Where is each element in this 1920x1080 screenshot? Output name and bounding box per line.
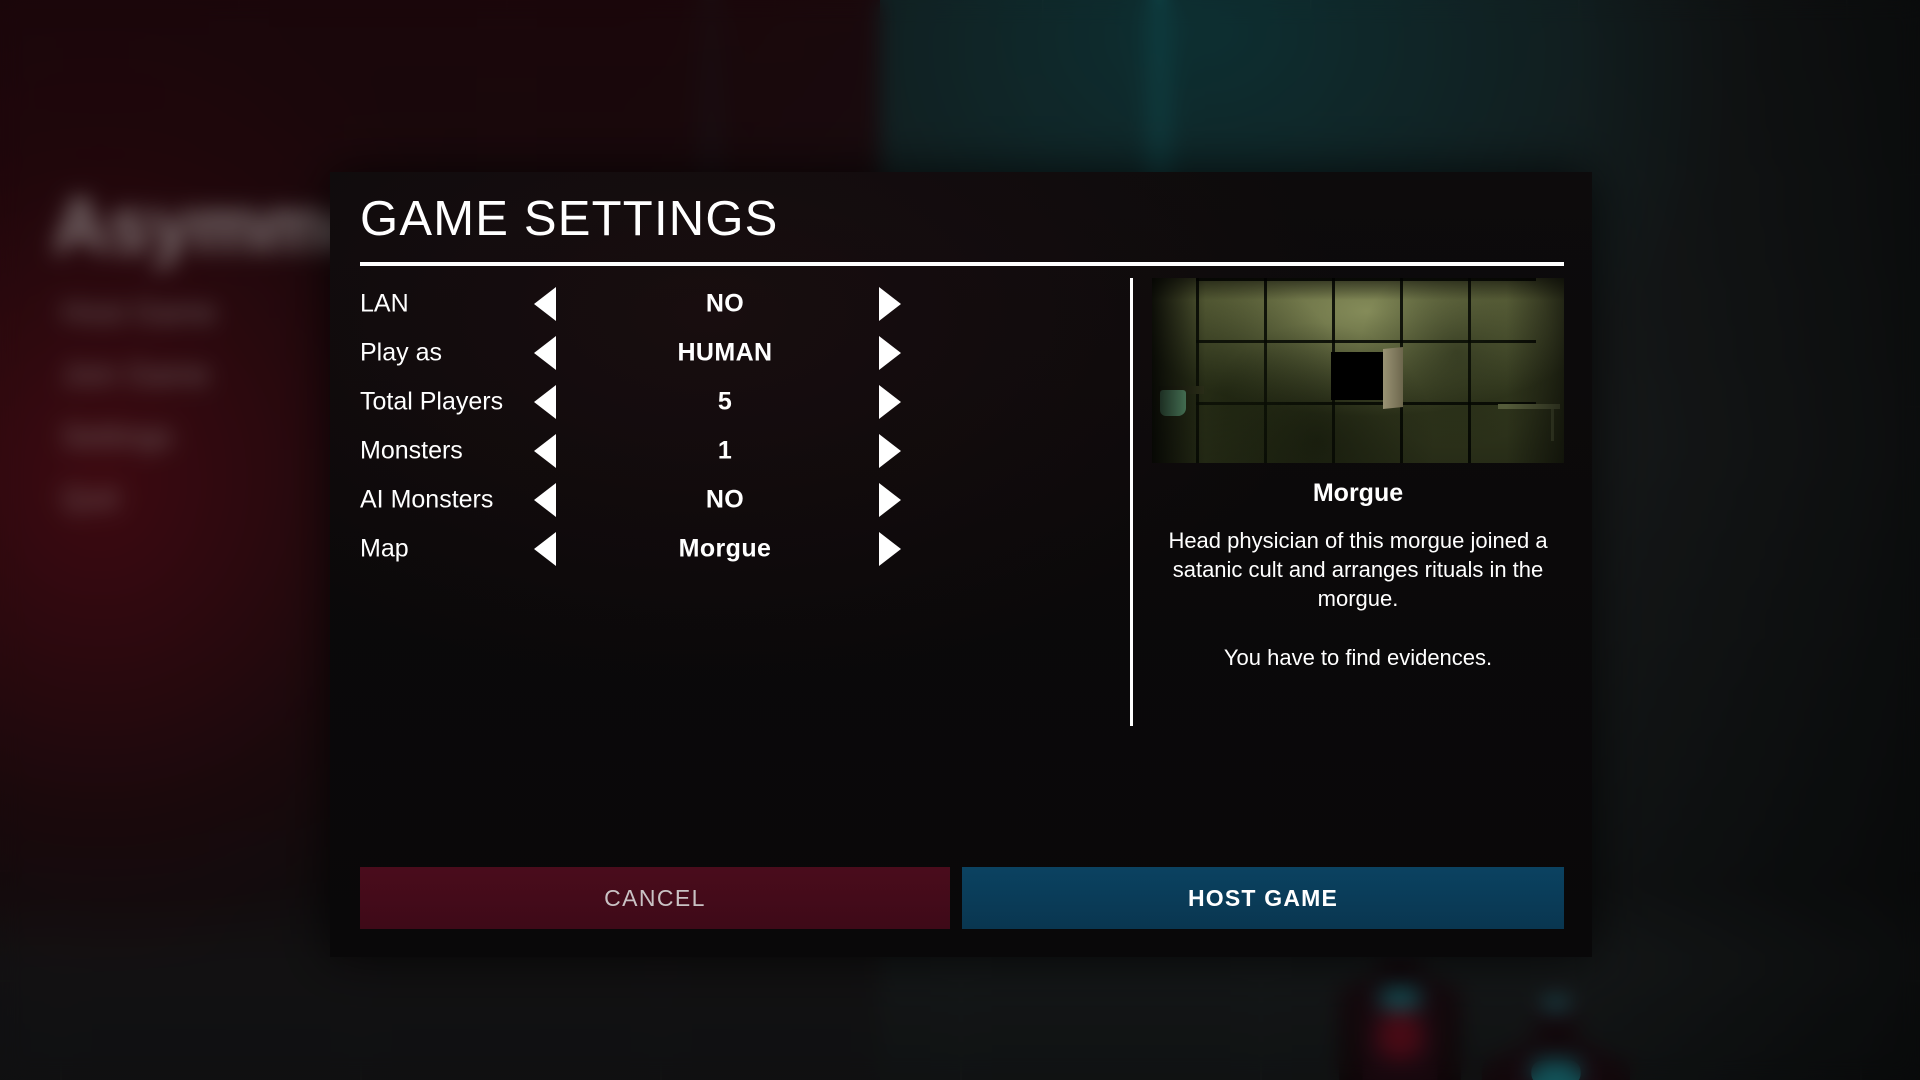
setting-label: Monsters: [360, 436, 463, 465]
setting-value: 5: [717, 387, 733, 416]
monsters-prev-arrow-icon[interactable]: [534, 434, 556, 468]
lan-prev-arrow-icon[interactable]: [534, 287, 556, 321]
title-underline: [360, 262, 1564, 266]
total-players-prev-arrow-icon[interactable]: [534, 385, 556, 419]
dialog-title: GAME SETTINGS: [360, 192, 779, 246]
setting-label: Play as: [360, 338, 442, 367]
ai-monsters-prev-arrow-icon[interactable]: [534, 483, 556, 517]
map-prev-arrow-icon[interactable]: [534, 532, 556, 566]
map-name: Morgue: [1312, 479, 1404, 507]
map-description-line2: You have to find evidences.: [1223, 645, 1493, 671]
total-players-next-arrow-icon[interactable]: [879, 385, 901, 419]
map-thumbnail-image: [1152, 278, 1564, 463]
map-preview-panel: Morgue Head physician of this morgue joi…: [1152, 278, 1564, 672]
host-game-button[interactable]: HOST GAME: [962, 867, 1564, 929]
setting-label: Map: [360, 534, 409, 563]
setting-value: HUMAN: [677, 338, 773, 367]
setting-label: LAN: [360, 289, 409, 318]
panel-divider: [1130, 278, 1133, 726]
setting-label: AI Monsters: [360, 485, 494, 514]
ai-monsters-next-arrow-icon[interactable]: [879, 483, 901, 517]
setting-value: Morgue: [678, 534, 772, 563]
setting-value: NO: [705, 289, 745, 318]
setting-row-map: Map Morgue: [330, 519, 1116, 579]
lan-next-arrow-icon[interactable]: [879, 287, 901, 321]
setting-value: 1: [717, 436, 733, 465]
setting-label: Total Players: [360, 387, 504, 416]
map-description-line1: Head physician of this morgue joined a s…: [1168, 528, 1548, 612]
game-settings-dialog: GAME SETTINGS LAN NO Play as HUMAN Total…: [330, 172, 1592, 957]
setting-value: NO: [705, 485, 745, 514]
play-as-prev-arrow-icon[interactable]: [534, 336, 556, 370]
monsters-next-arrow-icon[interactable]: [879, 434, 901, 468]
play-as-next-arrow-icon[interactable]: [879, 336, 901, 370]
thumbnail-vignette: [1152, 278, 1564, 463]
map-next-arrow-icon[interactable]: [879, 532, 901, 566]
cancel-button[interactable]: CANCEL: [360, 867, 950, 929]
